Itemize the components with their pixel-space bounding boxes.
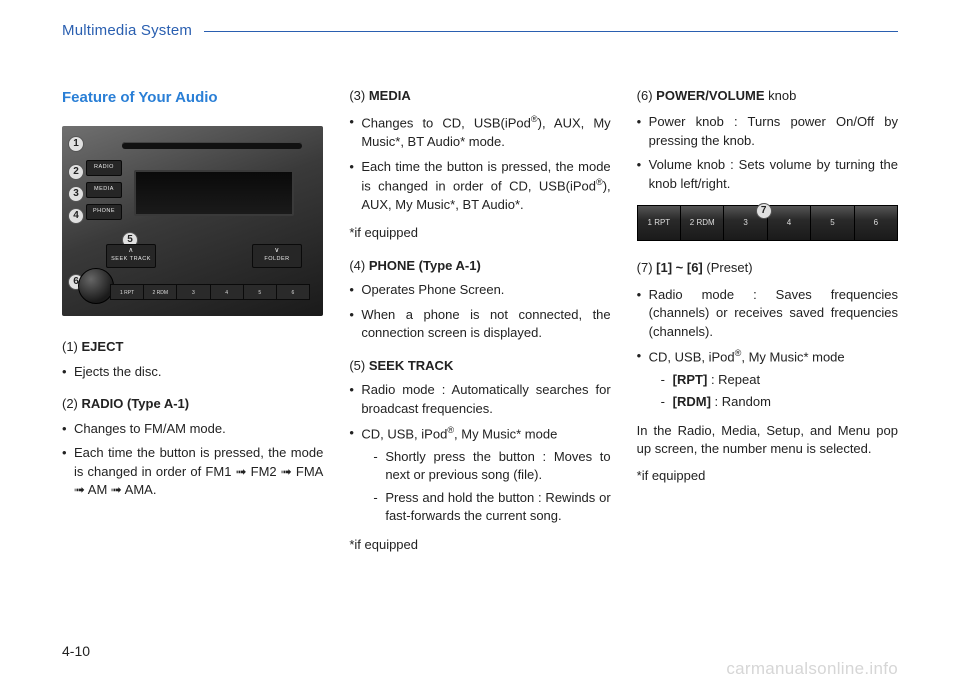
callout-7: 7 [756,203,772,219]
item-5-heading: (5) SEEK TRACK [349,357,610,375]
item-6-list: Power knob : Turns power On/Off by press… [637,113,898,193]
preset-illustration: 7 1 RPT 2 RDM 3 4 5 6 [637,205,898,241]
item-1-list: Ejects the disc. [62,363,323,381]
item-7-sublist: [RPT] : Repeat [RDM] : Random [649,371,898,412]
column-2: (3) MEDIA Changes to CD, USB(iPod®), AUX… [349,87,610,562]
item-2-heading: (2) RADIO (Type A-1) [62,395,323,413]
callout-2: 2 [68,164,84,180]
callout-4: 4 [68,208,84,224]
item-7-tail-paragraph: In the Radio, Media, Setup, and Menu pop… [637,422,898,459]
column-1: Feature of Your Audio 1 2 3 4 5 6 RADIO … [62,87,323,562]
preset-6: 6 [277,285,309,299]
item-7-heading: (7) [1] ~ [6] (Preset) [637,259,898,277]
item-4-list: Operates Phone Screen. When a phone is n… [349,281,610,342]
preset-slot-5: 5 [811,206,854,240]
folder-button: ∨FOLDER [252,244,302,268]
section-title: Feature of Your Audio [62,87,323,108]
media-button: MEDIA [86,182,122,198]
columns: Feature of Your Audio 1 2 3 4 5 6 RADIO … [62,87,898,562]
callout-1: 1 [68,136,84,152]
disc-slot [122,142,302,149]
page-header: Multimedia System [62,22,898,39]
phone-button: PHONE [86,204,122,220]
preset-bar: 1 RPT 2 RDM 3 4 5 6 [110,284,310,300]
preset-slot-4: 4 [768,206,811,240]
item-5-sublist: Shortly press the button : Moves to next… [361,448,610,526]
item-6-heading: (6) POWER/VOLUME knob [637,87,898,105]
item-5-list: Radio mode : Automatically searches for … [349,381,610,526]
preset-1: 1 RPT [111,285,144,299]
radio-button: RADIO [86,160,122,176]
item-3-note: *if equipped [349,224,610,242]
item-3-heading: (3) MEDIA [349,87,610,105]
item-2-list: Changes to FM/AM mode. Each time the but… [62,420,323,500]
item-7-note: *if equipped [637,467,898,485]
item-1-heading: (1) EJECT [62,338,323,356]
preset-4: 4 [211,285,244,299]
preset-slot-1: 1 RPT [638,206,681,240]
column-3: (6) POWER/VOLUME knob Power knob : Turns… [637,87,898,562]
preset-slot-6: 6 [855,206,897,240]
preset-5: 5 [244,285,277,299]
manual-page: Multimedia System Feature of Your Audio … [0,0,960,689]
item-7-list: Radio mode : Saves frequencies (channels… [637,286,898,412]
display-screen [134,170,294,216]
preset-3: 3 [177,285,210,299]
preset-slot-2: 2 RDM [681,206,724,240]
header-title: Multimedia System [62,22,192,39]
page-number: 4-10 [62,643,90,659]
callout-3: 3 [68,186,84,202]
item-3-list: Changes to CD, USB(iPod®), AUX, My Music… [349,113,610,214]
seek-track-button: ∧SEEK TRACK [106,244,156,268]
item-4-heading: (4) PHONE (Type A-1) [349,257,610,275]
power-volume-knob [78,268,114,304]
watermark: carmanualsonline.info [726,659,898,679]
preset-2: 2 RDM [144,285,177,299]
item-5-note: *if equipped [349,536,610,554]
header-rule [204,31,898,32]
audio-unit-illustration: 1 2 3 4 5 6 RADIO MEDIA PHONE ∧SEEK TRAC… [62,126,323,316]
